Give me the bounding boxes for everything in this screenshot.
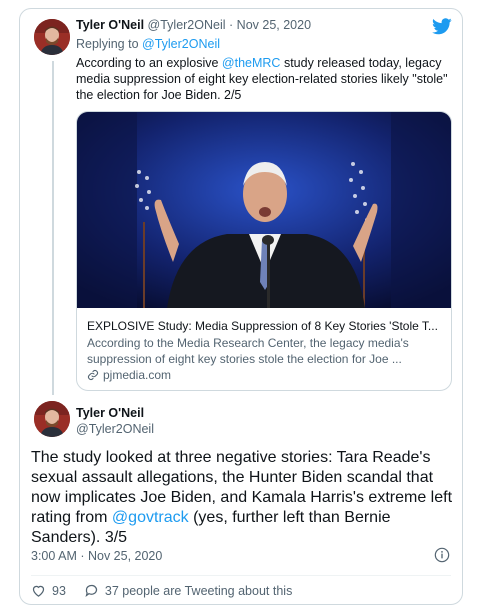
tweet1-author-name[interactable]: Tyler O'Neil [76,18,144,32]
tweet2-timestamp[interactable]: 3:00 AM · Nov 25, 2020 [31,549,162,563]
link-card-domain-row: pjmedia.com [87,368,171,382]
comment-icon [85,584,98,598]
tweeting-about-text: 37 people are Tweeting about this [104,583,293,598]
tweet1-date[interactable]: Nov 25, 2020 [237,18,311,32]
like-count: 93 [52,583,66,598]
mention-link[interactable]: @theMRC [222,56,281,70]
link-card-title[interactable]: EXPLOSIVE Study: Media Suppression of 8 … [87,319,443,333]
tweet1-text-start: According to an explosive [76,56,222,70]
mention-link-2[interactable]: @govtrack [112,509,189,526]
link-preview-image [77,112,451,308]
tweet1-header: Tyler O'Neil @Tyler2ONeil · Nov 25, 2020 [76,18,311,32]
link-icon [87,369,99,381]
tweeting-about-link[interactable]: 37 people are Tweeting about this [84,583,292,598]
heart-icon [32,585,45,597]
link-card-description: According to the Media Research Center, … [87,336,409,366]
embedded-tweet-card: Tyler O'Neil @Tyler2ONeil · Nov 25, 2020… [19,8,463,605]
like-button[interactable]: 93 [31,583,66,598]
tweet2-author-handle[interactable]: @Tyler2ONeil [76,422,154,436]
tweet-actions: 93 37 people are Tweeting about this [31,583,292,598]
link-preview-card[interactable]: EXPLOSIVE Study: Media Suppression of 8 … [76,111,452,391]
twitter-bird-icon[interactable] [432,18,452,35]
dot-separator: · [229,18,234,32]
tweet2-text: The study looked at three negative stori… [31,448,455,548]
tweet2-author-name[interactable]: Tyler O'Neil [76,406,144,420]
replying-to: Replying to @Tyler2ONeil [76,37,220,51]
thread-connector [52,61,54,395]
author-avatar[interactable] [34,19,70,55]
author-avatar-2[interactable] [34,401,70,437]
replying-to-label: Replying to [76,37,143,51]
link-card-domain: pjmedia.com [103,368,172,382]
tweet1-author-handle[interactable]: @Tyler2ONeil [148,18,226,32]
info-icon[interactable] [434,547,450,563]
replying-to-handle[interactable]: @Tyler2ONeil [142,37,220,51]
tweet1-text: According to an explosive @theMRC study … [76,55,452,103]
divider [31,575,451,576]
